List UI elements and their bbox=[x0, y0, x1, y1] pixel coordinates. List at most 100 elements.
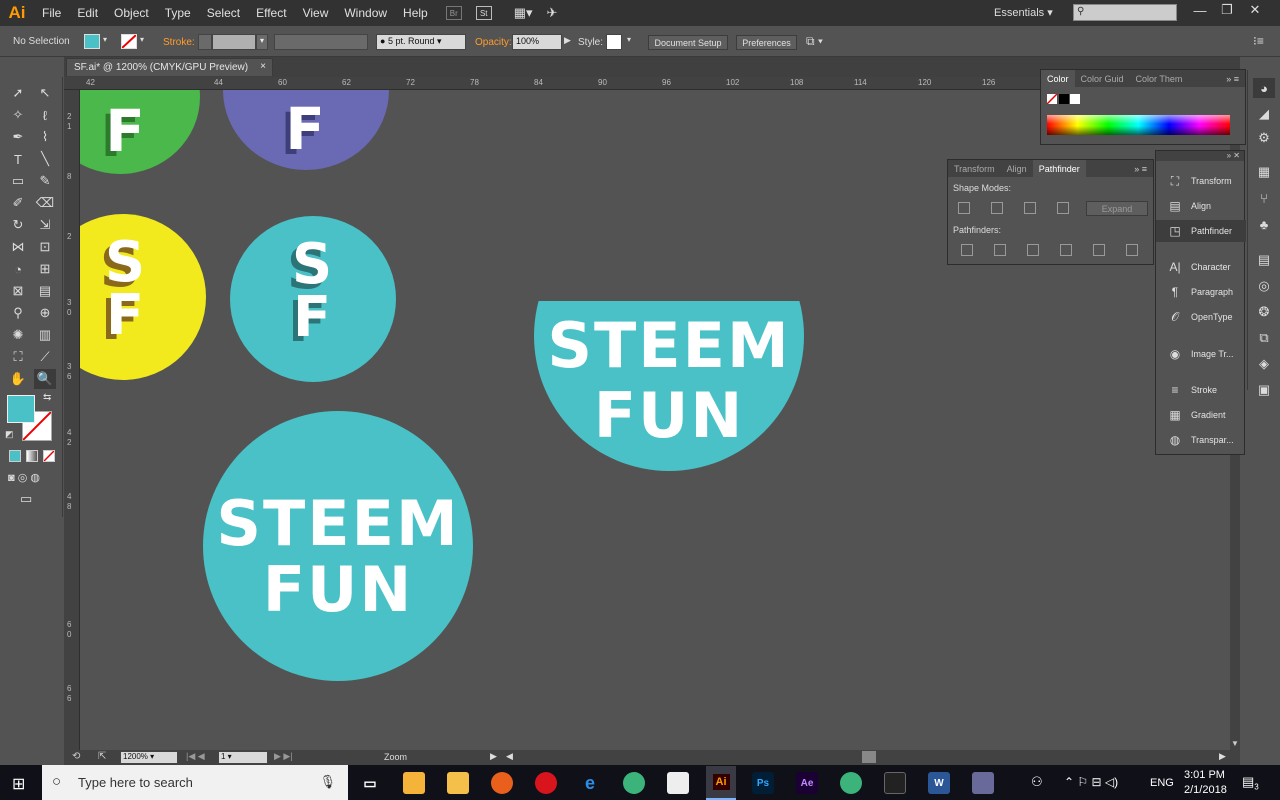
people-icon[interactable]: ⚇ bbox=[1031, 774, 1043, 790]
microphone-icon[interactable]: 🎙 bbox=[319, 774, 336, 790]
artboards-icon[interactable]: ⧉ bbox=[1253, 328, 1275, 348]
arrange-icon[interactable]: ⧉ ▾ bbox=[806, 34, 823, 49]
horizontal-scroll-thumb[interactable] bbox=[862, 751, 876, 763]
arrange-documents-icon[interactable]: ▦▾ bbox=[514, 5, 533, 21]
steem-fun-circle-logo[interactable]: STEEM FUN bbox=[203, 411, 473, 681]
teal-circle-logo[interactable]: SF bbox=[230, 216, 396, 382]
app-icon[interactable] bbox=[840, 772, 862, 794]
menu-view[interactable]: View bbox=[295, 6, 337, 20]
help-search-input[interactable]: ⚲ bbox=[1073, 4, 1177, 21]
first-artboard-icon[interactable]: |◀ ◀ bbox=[186, 751, 205, 762]
dock-align[interactable]: ▤ Align bbox=[1156, 195, 1246, 217]
hand-tool-icon[interactable]: ✋ bbox=[7, 369, 29, 389]
eraser-tool-icon[interactable]: ⌫ bbox=[34, 193, 56, 213]
document-setup-button[interactable]: Document Setup bbox=[648, 35, 728, 50]
stock-button[interactable]: St bbox=[475, 6, 492, 20]
white-swatch[interactable] bbox=[1070, 94, 1080, 104]
slice-tool-icon[interactable]: ⟋ bbox=[34, 347, 56, 367]
word-icon[interactable]: W bbox=[928, 772, 950, 794]
links-icon[interactable]: ▣ bbox=[1253, 380, 1275, 400]
menu-edit[interactable]: Edit bbox=[69, 6, 106, 20]
column-graph-tool-icon[interactable]: ▥ bbox=[34, 325, 56, 345]
variable-width-profile[interactable] bbox=[274, 34, 368, 50]
chevron-right-icon[interactable]: ▶ bbox=[490, 751, 497, 762]
brush-definition-select[interactable]: ● 5 pt. Round ▾ bbox=[376, 34, 466, 50]
tray-icons[interactable]: ⌃ ⚐ ⊟ ◁) bbox=[1064, 775, 1118, 789]
shape-builder-tool-icon[interactable]: ◔ bbox=[7, 259, 29, 279]
brushes-icon[interactable]: ⑂ bbox=[1253, 188, 1275, 208]
crop-icon[interactable] bbox=[1060, 244, 1072, 256]
bridge-button[interactable]: Br bbox=[445, 6, 462, 20]
layers-icon[interactable]: ◈ bbox=[1253, 354, 1275, 374]
dock-paragraph[interactable]: ¶ Paragraph bbox=[1156, 281, 1246, 303]
color-panel-icon[interactable]: ◕ bbox=[1253, 78, 1275, 98]
tab-color-themes[interactable]: Color Them bbox=[1130, 74, 1189, 84]
selection-tool-icon[interactable]: ➚ bbox=[7, 83, 29, 103]
draw-mode-icon[interactable]: ◙ ◎ ◍ bbox=[8, 471, 40, 484]
tab-color[interactable]: Color bbox=[1041, 70, 1075, 87]
perspective-grid-tool-icon[interactable]: ⊞ bbox=[34, 259, 56, 279]
graphic-styles-icon[interactable]: ❂ bbox=[1253, 302, 1275, 322]
menu-window[interactable]: Window bbox=[336, 6, 395, 20]
horizontal-ruler[interactable]: 42 44 60 62 72 78 84 90 96 102 108 114 1… bbox=[64, 77, 1040, 90]
maximize-button[interactable]: ❐ bbox=[1212, 0, 1242, 20]
blend-tool-icon[interactable]: ⊕ bbox=[34, 303, 56, 323]
zoom-level-select[interactable]: 1200% ▾ bbox=[120, 751, 178, 764]
layers-list-icon[interactable]: ▤ bbox=[1253, 250, 1275, 270]
app-icon[interactable] bbox=[623, 772, 645, 794]
dock-opentype[interactable]: 𝒪 OpenType bbox=[1156, 306, 1246, 328]
panel-menu-icon[interactable]: » ≡ bbox=[1226, 74, 1245, 84]
tab-transform[interactable]: Transform bbox=[948, 164, 1001, 174]
chevron-right-icon[interactable]: ▶ bbox=[564, 35, 571, 46]
chevron-down-icon[interactable]: ▾ bbox=[103, 35, 107, 44]
yellow-circle-logo[interactable]: SF bbox=[80, 214, 206, 380]
eyedropper-tool-icon[interactable]: ⚲ bbox=[7, 303, 29, 323]
photoshop-icon[interactable]: Ps bbox=[752, 772, 774, 794]
dock-transparency[interactable]: ◍ Transpar... bbox=[1156, 429, 1246, 451]
stroke-stepper[interactable] bbox=[198, 34, 212, 50]
workspace-switcher[interactable]: Essentials ▾ bbox=[994, 6, 1053, 19]
opacity-label[interactable]: Opacity: bbox=[475, 37, 512, 48]
merge-icon[interactable] bbox=[1027, 244, 1039, 256]
zoom-tool-icon[interactable]: 🔍 bbox=[34, 369, 56, 389]
free-transform-tool-icon[interactable]: ⊡ bbox=[34, 237, 56, 257]
dock-pathfinder[interactable]: ◳ Pathfinder bbox=[1156, 220, 1246, 242]
shaper-tool-icon[interactable]: ✐ bbox=[7, 193, 29, 213]
exclude-icon[interactable] bbox=[1057, 202, 1069, 214]
taskbar-illustrator[interactable]: Ai bbox=[706, 766, 736, 800]
pen-tool-icon[interactable]: ✒ bbox=[7, 127, 29, 147]
export-icon[interactable]: ⇱ bbox=[98, 751, 106, 762]
black-swatch[interactable] bbox=[1059, 94, 1069, 104]
appearance-icon[interactable]: ◎ bbox=[1253, 276, 1275, 296]
rectangle-tool-icon[interactable]: ▭ bbox=[7, 171, 29, 191]
paintbrush-tool-icon[interactable]: ✎ bbox=[34, 171, 56, 191]
file-explorer-icon[interactable] bbox=[447, 772, 469, 794]
outline-icon[interactable] bbox=[1093, 244, 1105, 256]
menu-help[interactable]: Help bbox=[395, 6, 436, 20]
gradient-tool-icon[interactable]: ▤ bbox=[34, 281, 56, 301]
symbols-icon[interactable]: ♣ bbox=[1253, 214, 1275, 234]
color-guide-icon[interactable]: ◢ bbox=[1253, 104, 1275, 124]
trim-icon[interactable] bbox=[994, 244, 1006, 256]
next-artboard-icon[interactable]: ▶ ▶| bbox=[274, 751, 293, 762]
clock-date[interactable]: 2/1/2018 bbox=[1184, 784, 1227, 796]
menu-object[interactable]: Object bbox=[106, 6, 157, 20]
minimize-button[interactable]: — bbox=[1185, 0, 1215, 20]
direct-selection-tool-icon[interactable]: ↖ bbox=[34, 83, 56, 103]
stroke-swatch[interactable] bbox=[121, 34, 137, 49]
scale-tool-icon[interactable]: ⇲ bbox=[34, 215, 56, 235]
rotate-view-icon[interactable]: ⟲ bbox=[72, 751, 80, 762]
dock-header[interactable]: » ✕ bbox=[1156, 151, 1244, 161]
after-effects-icon[interactable]: Ae bbox=[796, 772, 818, 794]
dock-character[interactable]: A| Character bbox=[1156, 256, 1246, 278]
vertical-ruler[interactable]: 2 1 8 2 3 0 3 6 4 2 4 8 6 0 6 6 bbox=[64, 90, 80, 750]
magic-wand-tool-icon[interactable]: ✧ bbox=[7, 105, 29, 125]
intersect-icon[interactable] bbox=[1024, 202, 1036, 214]
close-tab-icon[interactable]: × bbox=[260, 61, 266, 72]
clock-time[interactable]: 3:01 PM bbox=[1184, 769, 1225, 781]
unite-icon[interactable] bbox=[958, 202, 970, 214]
none-mode-icon[interactable] bbox=[43, 450, 55, 462]
gpu-performance-icon[interactable]: ✈ bbox=[547, 5, 558, 21]
language-indicator[interactable]: ENG bbox=[1150, 777, 1174, 789]
tab-align[interactable]: Align bbox=[1001, 164, 1033, 174]
